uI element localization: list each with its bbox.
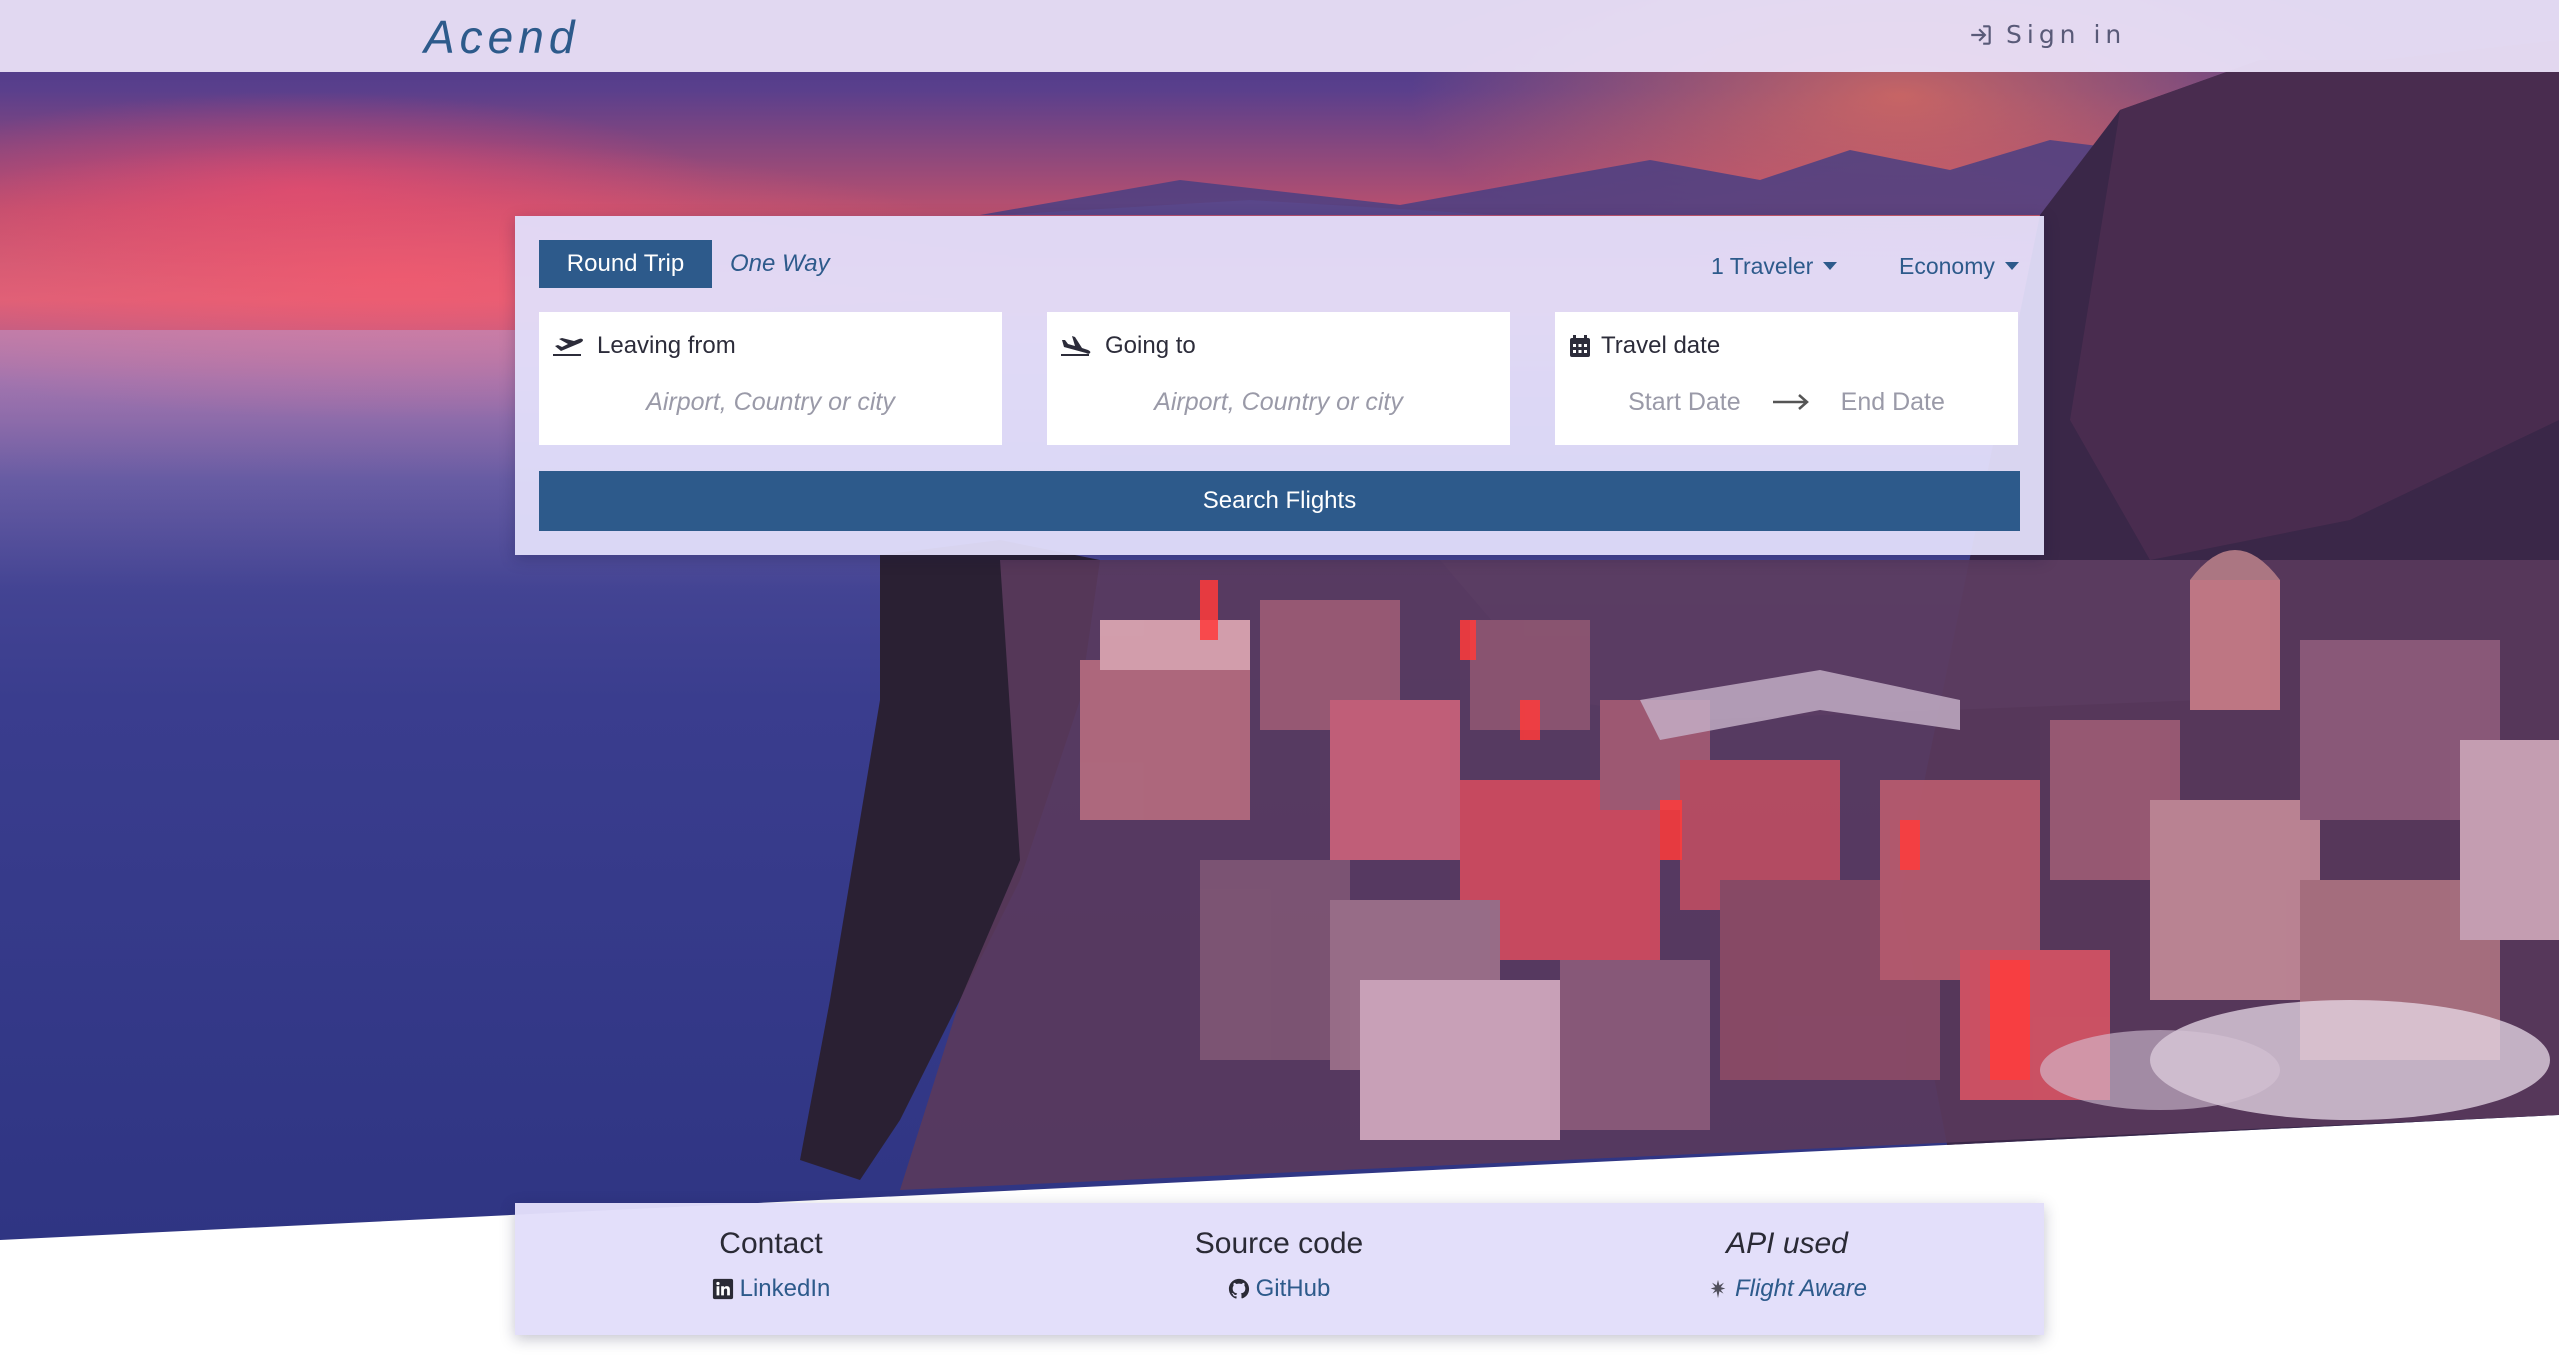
footer-api-used: API used Flight Aware [1587,1227,1987,1304]
leaving-from-field[interactable]: Leaving from [539,312,1002,445]
plane-departure-icon [553,338,583,356]
travelers-label: 1 Traveler [1711,252,1814,279]
sign-in-icon [1971,24,1991,45]
footer-card: Contact LinkedIn Source code GitHub API … [515,1203,2044,1335]
api-used-title: API used [1726,1227,1848,1260]
calendar-icon [1570,335,1590,357]
cabin-class-dropdown[interactable]: Economy [1899,246,2019,286]
travelers-dropdown[interactable]: 1 Traveler [1711,246,1838,286]
chevron-down-icon [2004,262,2019,270]
tab-one-way-label: One Way [730,250,830,277]
footer-source-code: Source code GitHub [1079,1227,1479,1304]
github-link[interactable]: GitHub [1228,1275,1331,1303]
tab-round-trip[interactable]: Round Trip [539,240,712,288]
tab-one-way[interactable]: One Way [730,240,850,288]
footer-contact: Contact LinkedIn [571,1227,971,1304]
hero-background [0,0,2559,1240]
github-icon [1228,1278,1249,1299]
arrow-right-icon [1772,394,1809,410]
linkedin-icon [712,1278,733,1300]
linkedin-link[interactable]: LinkedIn [712,1275,831,1303]
linkedin-label: LinkedIn [739,1275,831,1302]
flightaware-icon [1710,1279,1726,1299]
leaving-from-label: Leaving from [597,332,736,359]
start-date-input[interactable]: Start Date [1628,388,1741,417]
flightaware-label: Flight Aware [1734,1275,1868,1302]
plane-arrival-icon [1061,336,1091,356]
flightaware-link[interactable]: Flight Aware [1707,1275,1867,1303]
sign-in-label: Sign in [2006,20,2127,49]
travel-date-field[interactable]: Travel date Start Date End Date [1555,312,2018,445]
sign-in-link[interactable]: Sign in [1968,20,2126,49]
chevron-down-icon [1823,262,1838,270]
source-code-title: Source code [1194,1227,1364,1260]
travel-date-label: Travel date [1601,332,1721,359]
going-to-input[interactable] [1067,382,1490,422]
contact-title: Contact [719,1227,823,1260]
going-to-label: Going to [1105,332,1196,359]
end-date-input[interactable]: End Date [1841,388,1945,417]
landscape-illustration [800,40,2559,1190]
github-label: GitHub [1255,1275,1331,1302]
going-to-field[interactable]: Going to [1047,312,1510,445]
date-range: Start Date End Date [1555,382,2018,422]
search-flights-button[interactable]: Search Flights [539,471,2020,531]
cabin-class-label: Economy [1899,252,1995,279]
flight-search-card: Round Trip One Way 1 Traveler Economy Le… [515,216,2044,555]
leaving-from-input[interactable] [559,382,982,422]
top-navbar: Acend Sign in [0,0,2559,72]
brand-logo[interactable]: Acend [424,10,579,64]
